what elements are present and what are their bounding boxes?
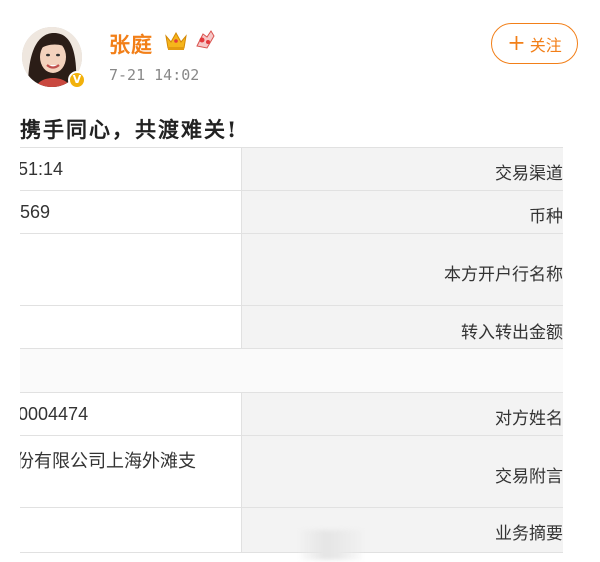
post-text: 携手同心，共渡难关!: [20, 117, 239, 142]
receipt-label-cell: 币种: [241, 191, 563, 233]
receipt-value: 份有限公司上海外滩支: [20, 451, 196, 471]
receipt-value: [20, 508, 240, 552]
receipt-label-cell: 交易渠道: [241, 148, 563, 190]
receipt-label: 交易渠道: [495, 164, 563, 183]
verified-icon: V: [68, 71, 86, 89]
author-name[interactable]: 张庭: [109, 29, 153, 59]
receipt-label-cell: 对方姓名: [241, 393, 563, 435]
receipt-row: 业务摘要: [20, 507, 563, 553]
receipt-row: 转入转出金额: [20, 305, 563, 348]
fan-badge-icon[interactable]: [193, 28, 217, 52]
receipt-label: 交易附言: [495, 467, 563, 486]
receipt-label-cell: 业务摘要: [241, 508, 563, 552]
receipt-row: 份有限公司上海外滩支 交易附言: [20, 435, 563, 507]
crown-icon[interactable]: [164, 30, 188, 52]
receipt-row: 0004474 对方姓名: [20, 392, 563, 435]
blurred-overlay: [300, 530, 362, 560]
receipt-image[interactable]: 51:14 交易渠道 569 币种 本方开户行名称 转入转出金额 0004474…: [20, 147, 563, 553]
follow-button[interactable]: + 关注: [491, 23, 578, 64]
receipt-label: 币种: [529, 207, 563, 226]
receipt-row: 51:14 交易渠道: [20, 147, 563, 190]
receipt-label: 业务摘要: [495, 524, 563, 543]
receipt-label-cell: 转入转出金额: [241, 306, 563, 348]
plus-icon: +: [507, 30, 526, 56]
receipt-value: [20, 306, 240, 348]
receipt-value: [20, 234, 240, 305]
receipt-row: 本方开户行名称: [20, 233, 563, 305]
receipt-label-cell: 本方开户行名称: [241, 234, 563, 305]
receipt-label-cell: 交易附言: [241, 436, 563, 507]
receipt-row: 569 币种: [20, 190, 563, 233]
receipt-label: 对方姓名: [495, 409, 563, 428]
receipt-gap: [20, 348, 563, 393]
receipt-label: 转入转出金额: [461, 323, 563, 342]
post-timestamp: 7-21 14:02: [109, 66, 200, 84]
receipt-label: 本方开户行名称: [444, 265, 563, 284]
follow-label: 关注: [529, 35, 562, 55]
